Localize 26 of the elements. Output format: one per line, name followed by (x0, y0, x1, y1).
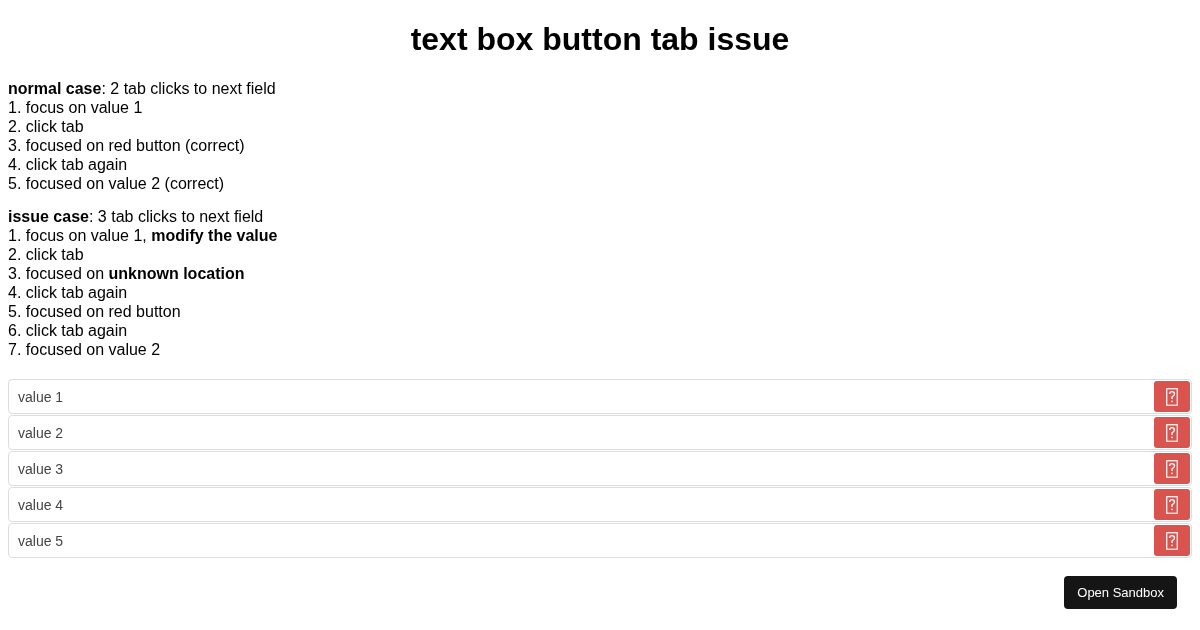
missing-glyph-icon (1166, 531, 1178, 550)
instruction-line: 1. focus on value 1, modify the value (8, 226, 279, 245)
icon-button[interactable] (1154, 525, 1190, 556)
instruction-line: 3. focused on red button (correct) (8, 136, 246, 155)
icon-button[interactable] (1154, 417, 1190, 448)
instruction-line: 2. click tab (8, 117, 85, 136)
icon-button[interactable] (1154, 381, 1190, 412)
instruction-line: 2. click tab (8, 245, 85, 264)
instruction-line: 5. focused on value 2 (correct) (8, 174, 226, 193)
icon-button[interactable] (1154, 489, 1190, 520)
instruction-line: normal case: 2 tab clicks to next field (8, 79, 277, 98)
instruction-line: 1. focus on value 1 (8, 98, 144, 117)
instruction-line: 5. focused on red button (8, 302, 182, 321)
open-sandbox-button[interactable]: Open Sandbox (1064, 576, 1177, 609)
missing-glyph-icon (1166, 495, 1178, 514)
missing-glyph-icon (1166, 423, 1178, 442)
instruction-line: issue case: 3 tab clicks to next field (8, 207, 265, 226)
instruction-line: 7. focused on value 2 (8, 340, 162, 359)
page-title: text box button tab issue (409, 21, 791, 58)
icon-button[interactable] (1154, 453, 1190, 484)
missing-glyph-icon (1166, 387, 1178, 406)
instruction-line: 4. click tab again (8, 283, 129, 302)
missing-glyph-icon (1166, 459, 1178, 478)
instruction-line: 6. click tab again (8, 321, 129, 340)
instruction-line: 4. click tab again (8, 155, 129, 174)
instruction-line: 3. focused on unknown location (8, 264, 246, 283)
